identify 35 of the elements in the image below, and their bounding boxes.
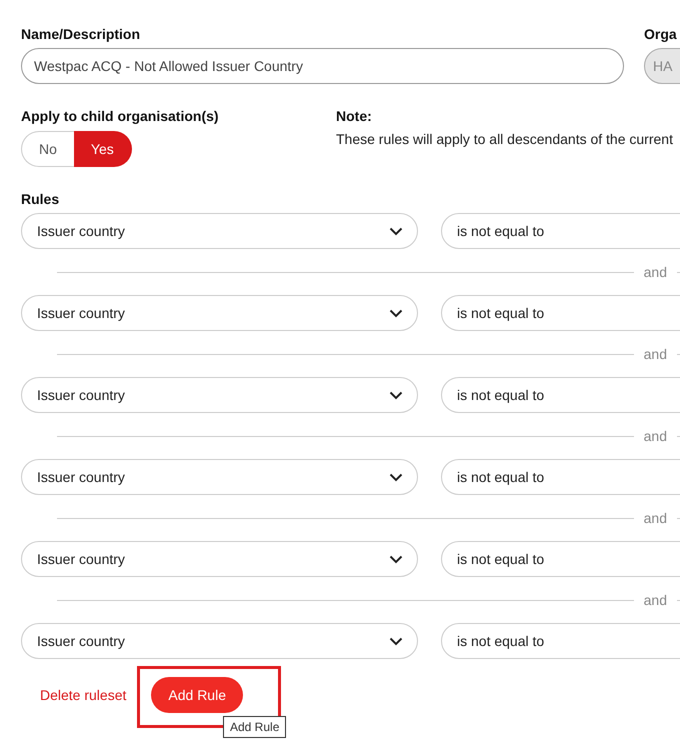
field-dropdown[interactable]: Issuer country (21, 541, 418, 577)
chevron-down-icon (389, 390, 403, 400)
field-label: Orga (644, 26, 678, 42)
field-dropdown[interactable]: Issuer country (21, 295, 418, 331)
field-dropdown[interactable]: Issuer country (21, 213, 418, 249)
chevron-down-icon (389, 308, 403, 318)
section-label: Rules (21, 191, 60, 207)
connector-label: and (642, 510, 668, 526)
operator-field[interactable]: is not equal to (441, 213, 680, 249)
note-title: Note: (336, 108, 373, 124)
field-dropdown[interactable]: Issuer country (21, 377, 418, 413)
delete-ruleset-link[interactable]: Delete ruleset (40, 687, 126, 703)
toggle-option[interactable]: No (21, 131, 74, 167)
connector-label: and (642, 346, 668, 362)
field-label: Name/Description (21, 26, 142, 42)
connector-label: and (642, 428, 668, 444)
add-rule-button[interactable]: Add Rule (151, 677, 243, 713)
tooltip: Add Rule (223, 716, 286, 738)
operator-field[interactable]: is not equal to (441, 541, 680, 577)
operator-field[interactable]: is not equal to (441, 623, 680, 659)
note-text: These rules will apply to all descendants of the current (336, 130, 673, 148)
connector-label: and (642, 264, 668, 280)
chevron-down-icon (389, 472, 403, 482)
connector-label: and (642, 592, 668, 608)
operator-field[interactable]: is not equal to (441, 459, 680, 495)
name-input-field[interactable]: Westpac ACQ - Not Allowed Issuer Country (21, 48, 624, 84)
toggle-label: Apply to child organisation(s) (21, 108, 220, 124)
operator-field[interactable]: is not equal to (441, 295, 680, 331)
chevron-down-icon (389, 636, 403, 646)
chevron-down-icon (389, 554, 403, 564)
toggle-option[interactable]: Yes (74, 131, 132, 167)
field-dropdown[interactable]: Issuer country (21, 623, 418, 659)
chevron-down-icon (389, 226, 403, 236)
field-dropdown[interactable]: Issuer country (21, 459, 418, 495)
operator-field[interactable]: is not equal to (441, 377, 680, 413)
